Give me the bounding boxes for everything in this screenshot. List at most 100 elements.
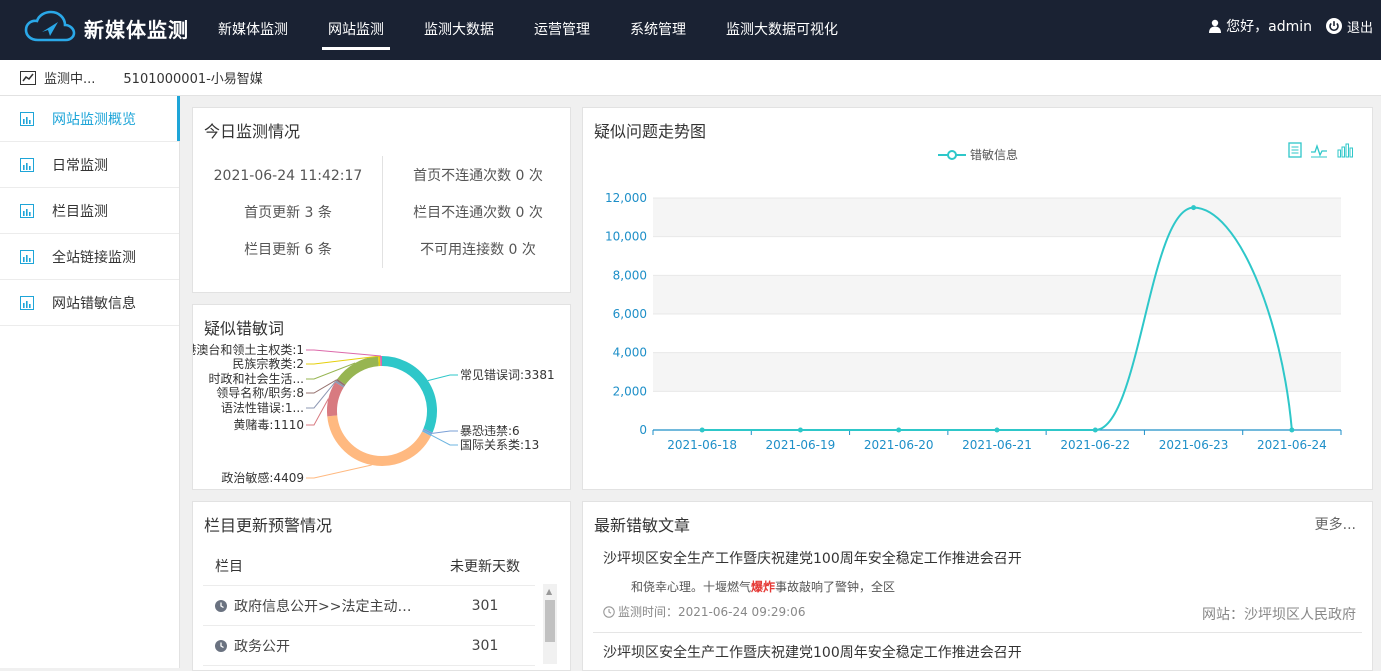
sidebar-item-label: 网站监测概览 [52, 109, 136, 129]
donut-leader-line [306, 465, 372, 478]
column-updates: 栏目更新 6 条 [193, 232, 383, 269]
row-name: 政府信息公开>>法定主动公... [234, 596, 424, 616]
donut-leader-line [306, 399, 328, 425]
sensitive-donut-chart: 常见错误词:3381暴恐违禁:6国际关系类:13政治敏感:4409黄赌毒:111… [193, 305, 572, 491]
donut-slice[interactable] [339, 383, 340, 385]
sidebar-item-column[interactable]: 栏目监测 [0, 188, 179, 234]
donut-leader-line [432, 431, 458, 433]
divider [593, 632, 1362, 633]
donut-label: 暴恐违禁:6 [460, 424, 520, 438]
x-tick-label: 2021-06-23 [1159, 438, 1229, 452]
bar-chart-icon [20, 158, 34, 172]
y-tick-label: 12,000 [605, 191, 647, 205]
y-tick-label: 10,000 [605, 230, 647, 244]
table-scrollbar[interactable]: ▲ [543, 584, 557, 664]
row-name: 政务公开 [234, 636, 290, 656]
article-site: 网站：沙坪坝区人民政府 [1202, 604, 1356, 624]
logout-label: 退出 [1347, 17, 1373, 36]
snippet-text: 和侥幸心理。十堰燃气 [631, 580, 751, 594]
logout-button[interactable]: 退出 [1326, 17, 1373, 36]
data-point[interactable] [995, 428, 1000, 433]
site-selector[interactable]: 5101000001-小易智媒 [123, 68, 262, 87]
donut-slice[interactable] [332, 416, 426, 461]
article-title[interactable]: 沙坪坝区安全生产工作暨庆祝建党100周年安全稳定工作推进会召开 [603, 548, 1022, 568]
nav-item-system[interactable]: 系统管理 [612, 0, 704, 60]
table-row[interactable]: 政府信息公开>>法定主动公... 301 [203, 586, 535, 626]
divider [382, 156, 383, 268]
sidebar-item-overview[interactable]: 网站监测概览 [0, 96, 179, 142]
user-icon [1209, 19, 1221, 33]
sidebar-item-links[interactable]: 全站链接监测 [0, 234, 179, 280]
column-warning-panel: 栏目更新预警情况 栏目 未更新天数 政府信息公开>>法定主动公... 301 政… [192, 501, 571, 671]
panel-title: 今日监测情况 [204, 118, 300, 142]
row-name-cell: 政府信息公开>>法定主动公... [203, 596, 435, 616]
more-link[interactable]: 更多... [1315, 514, 1356, 534]
donut-slice[interactable] [332, 385, 339, 416]
donut-leader-line [306, 350, 381, 356]
main-nav: 新媒体监测 网站监测 监测大数据 运营管理 系统管理 监测大数据可视化 [200, 0, 860, 60]
homepage-updates: 首页更新 3 条 [193, 195, 383, 232]
grid-band [653, 198, 1341, 237]
donut-label: 国际关系类:13 [460, 438, 539, 452]
app-title: 新媒体监测 [84, 14, 189, 43]
x-tick-label: 2021-06-18 [667, 438, 737, 452]
article-meta: 监测时间：2021-06-24 09:29:06 [603, 603, 805, 620]
nav-item-new-media[interactable]: 新媒体监测 [200, 0, 306, 60]
data-point[interactable] [798, 428, 803, 433]
x-tick-label: 2021-06-22 [1060, 438, 1130, 452]
donut-leader-line [431, 435, 458, 445]
sidebar-item-daily[interactable]: 日常监测 [0, 142, 179, 188]
donut-slice[interactable] [427, 431, 428, 433]
sidebar-item-sensitive-info[interactable]: 网站错敏信息 [0, 280, 179, 326]
grid-band [653, 314, 1341, 353]
article-title[interactable]: 沙坪坝区安全生产工作暨庆祝建党100周年安全稳定工作推进会召开 [603, 642, 1022, 662]
grid-band [653, 391, 1341, 430]
nav-item-operations[interactable]: 运营管理 [516, 0, 608, 60]
nav-item-visualization[interactable]: 监测大数据可视化 [708, 0, 856, 60]
x-tick-label: 2021-06-19 [766, 438, 836, 452]
data-point[interactable] [1093, 428, 1098, 433]
nav-item-website-monitoring[interactable]: 网站监测 [310, 0, 402, 60]
donut-slice[interactable] [341, 361, 378, 382]
data-point[interactable] [700, 428, 705, 433]
breadcrumb: 监测中... 5101000001-小易智媒 [0, 60, 1381, 96]
donut-slice[interactable] [340, 382, 341, 384]
donut-label: 黄赌毒:1110 [233, 418, 304, 432]
y-tick-label: 0 [639, 423, 647, 437]
donut-label: 时政和社会生活... [209, 371, 304, 386]
clock-icon [215, 600, 227, 612]
sidebar-item-label: 日常监测 [52, 155, 108, 175]
monitor-datetime: 2021-06-24 11:42:17 [193, 158, 383, 195]
today-panel: 今日监测情况 2021-06-24 11:42:17 首页更新 3 条 栏目更新… [192, 107, 571, 293]
bar-chart-icon [20, 204, 34, 218]
bar-chart-icon [20, 250, 34, 264]
chart-trend-icon [20, 71, 36, 85]
snippet-text: 事故敲响了警钟，全区 [775, 580, 895, 594]
row-days: 301 [435, 638, 535, 654]
x-tick-label: 2021-06-24 [1257, 438, 1327, 452]
scroll-up-icon[interactable]: ▲ [546, 587, 552, 596]
scrollbar-thumb[interactable] [545, 600, 555, 642]
donut-slice[interactable] [426, 432, 427, 434]
donut-label: 语法性错误:1... [221, 401, 304, 415]
data-point[interactable] [1289, 428, 1294, 433]
data-point[interactable] [1191, 205, 1196, 210]
app-logo[interactable]: 新媒体监测 [24, 10, 189, 46]
grid-band [653, 353, 1341, 392]
donut-slice[interactable] [382, 361, 432, 431]
data-point[interactable] [896, 428, 901, 433]
sensitive-words-panel: 疑似错敏词 常见错误词:3381暴恐违禁:6国际关系类:13政治敏感:4409黄… [192, 304, 571, 490]
table-row[interactable]: 政务公开 301 [203, 626, 535, 666]
column-header-name: 栏目 [203, 556, 435, 576]
unavailable-links: 不可用连接数 0 次 [388, 232, 568, 269]
panel-title: 最新错敏文章 [594, 512, 690, 536]
user-menu[interactable]: 您好，admin [1209, 16, 1312, 36]
nav-item-big-data[interactable]: 监测大数据 [406, 0, 512, 60]
article-time: 监测时间：2021-06-24 09:29:06 [618, 603, 805, 620]
today-stats-right: 首页不连通次数 0 次 栏目不连通次数 0 次 不可用连接数 0 次 [388, 158, 568, 269]
monitoring-status[interactable]: 监测中... [44, 68, 95, 87]
donut-label: 常见错误词:3381 [460, 368, 555, 382]
bar-chart-icon [20, 112, 34, 126]
homepage-unreachable: 首页不连通次数 0 次 [388, 158, 568, 195]
trend-panel: 疑似问题走势图 错敏信息 02,0004,0006,0008,00010,000… [582, 107, 1373, 490]
